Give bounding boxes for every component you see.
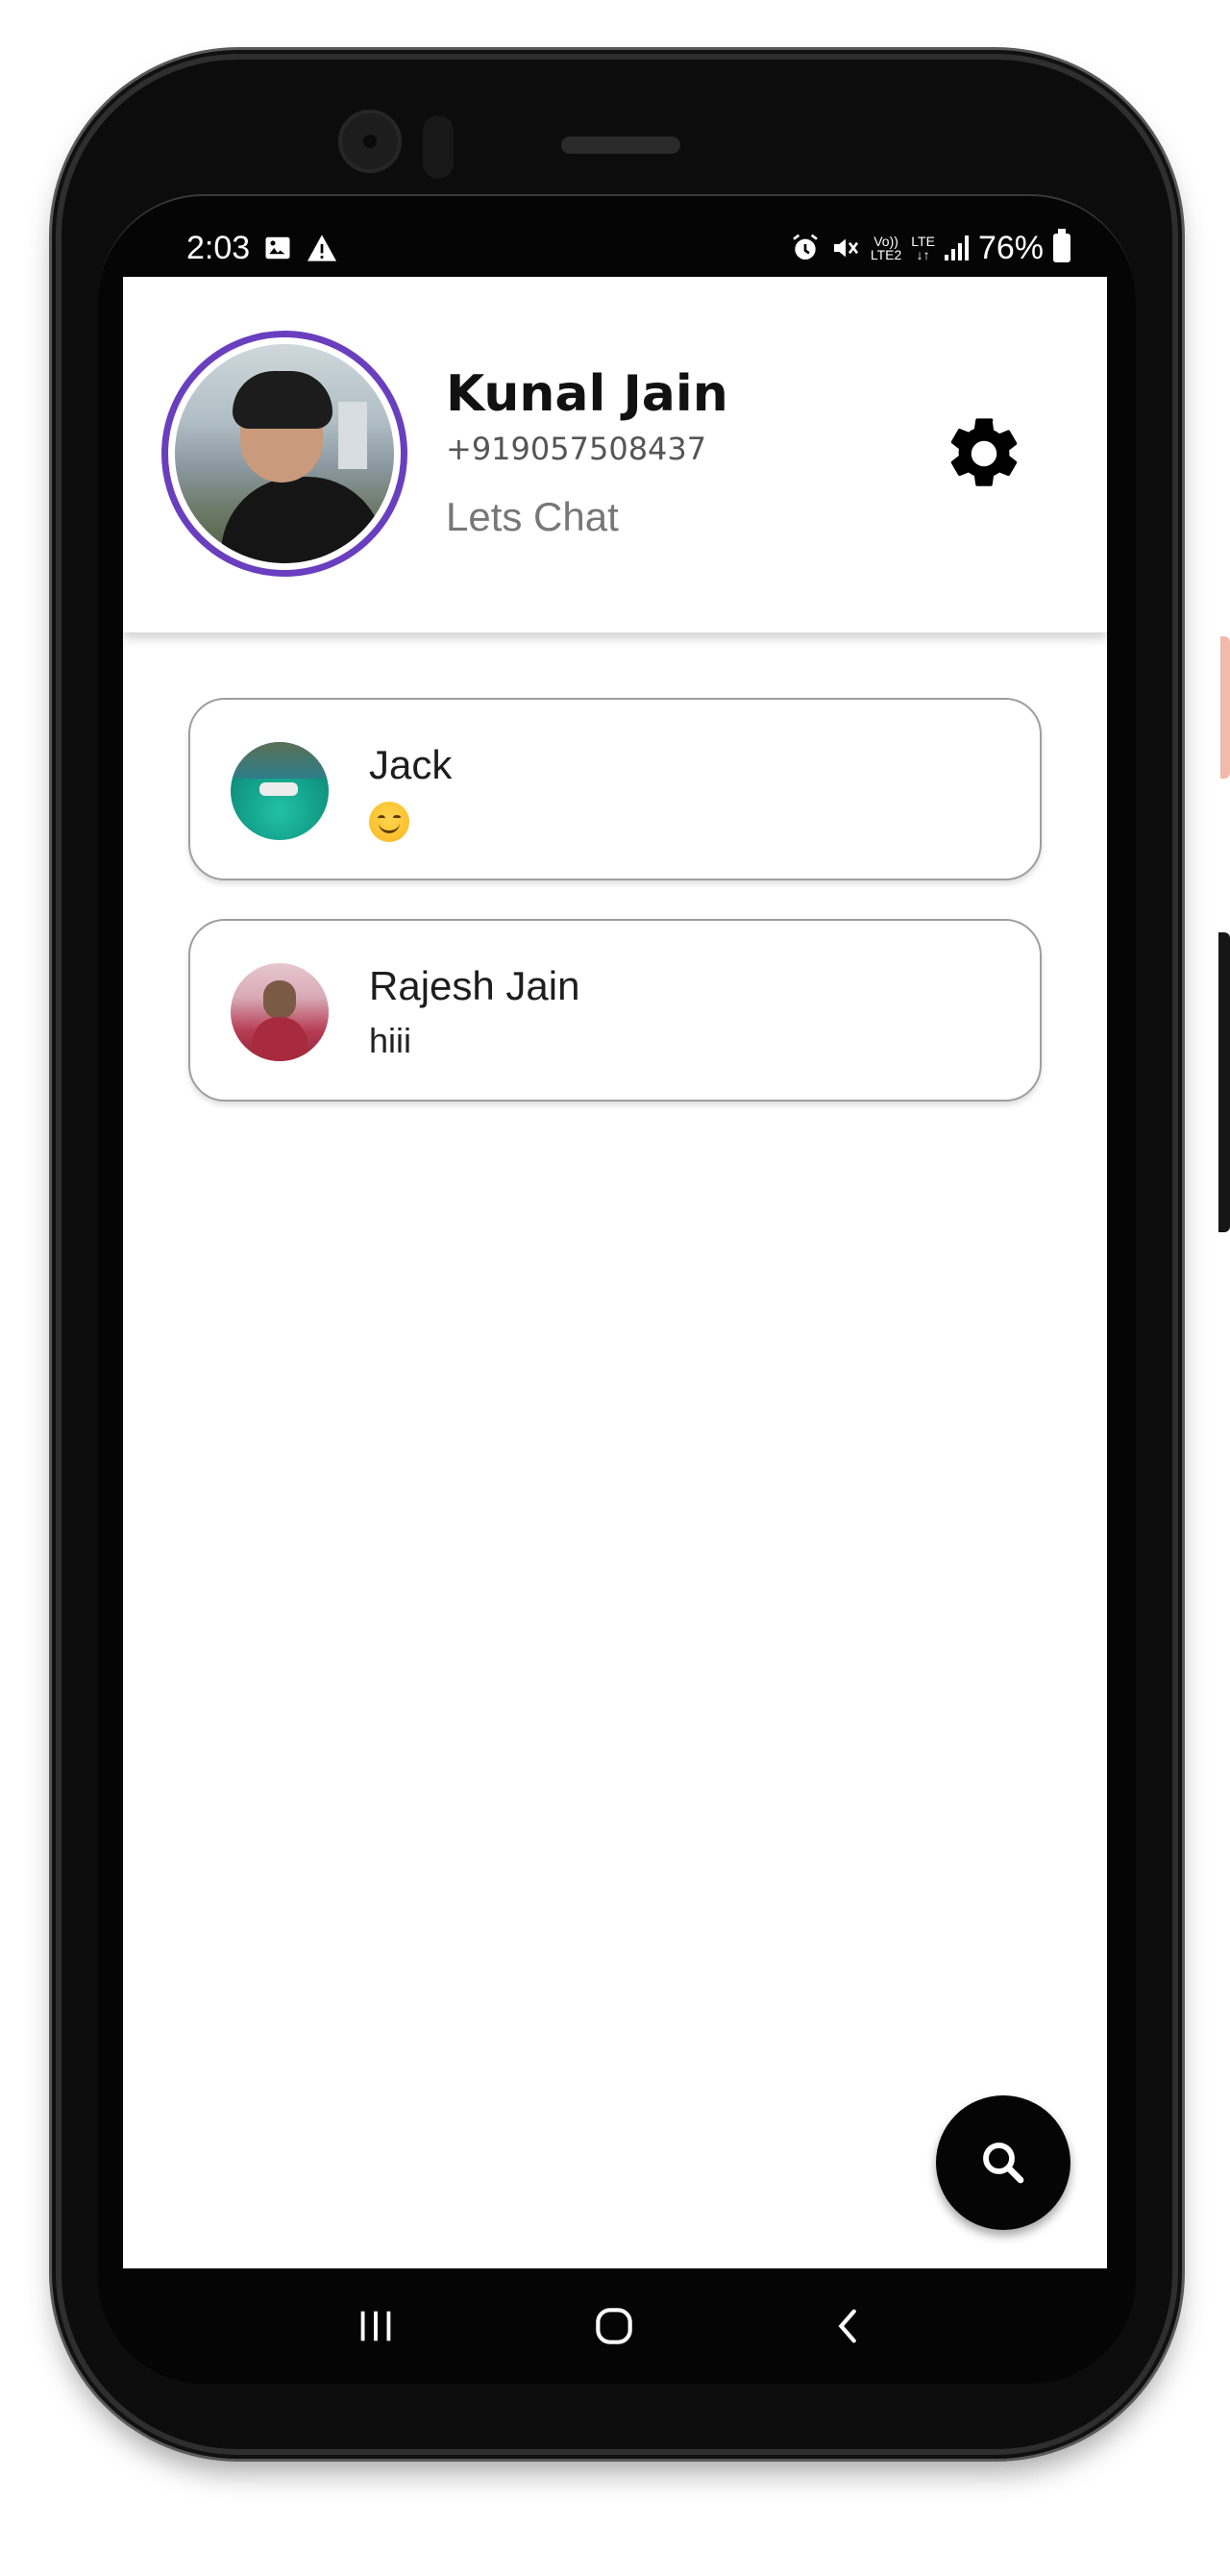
gallery-icon — [265, 236, 290, 260]
profile-phone: +919057508437 — [446, 431, 707, 467]
status-time: 2:03 — [186, 229, 251, 266]
signal-icon — [944, 235, 969, 260]
back-icon — [838, 2309, 856, 2343]
proximity-sensor — [423, 115, 454, 179]
home-button[interactable] — [571, 2288, 657, 2365]
back-button[interactable] — [805, 2288, 892, 2365]
earpiece-speaker — [561, 136, 680, 154]
status-bar: 2:03 Vo)) LTE2 LTE ↓↑ 76% — [123, 217, 1107, 279]
chat-last-message — [369, 800, 409, 843]
recents-icon — [360, 2311, 391, 2341]
alarm-icon — [793, 234, 818, 260]
battery-icon — [1053, 229, 1070, 262]
battery-percent: 76% — [977, 229, 1044, 266]
chat-item-jack[interactable]: Jack — [188, 698, 1042, 880]
volte-indicator: Vo)) LTE2 — [871, 235, 901, 261]
profile-status: Lets Chat — [446, 494, 619, 539]
profile-photo — [175, 344, 394, 563]
front-camera — [338, 110, 402, 173]
profile-header: Kunal Jain +919057508437 Lets Chat — [123, 277, 1107, 632]
chat-list: Jack Rajesh Jain hiii — [188, 698, 1042, 1140]
navigation-bar — [123, 2268, 1107, 2384]
profile-avatar[interactable] — [161, 331, 407, 577]
warning-icon — [308, 235, 337, 261]
side-button-power — [1218, 932, 1230, 1232]
side-button-top — [1220, 636, 1230, 779]
chat-avatar-jack — [231, 742, 329, 840]
app-screen: Kunal Jain +919057508437 Lets Chat Jack … — [123, 277, 1107, 2268]
chat-name: Rajesh Jain — [369, 963, 580, 1008]
mute-icon — [833, 238, 858, 258]
lte-bottom-label: ↓↑ — [916, 247, 930, 262]
profile-name: Kunal Jain — [446, 365, 728, 423]
chat-last-message: hiii — [369, 1021, 412, 1060]
device-frame: 2:03 Vo)) LTE2 LTE ↓↑ 76% Kunal Jain +91… — [0, 0, 1230, 2576]
recents-button[interactable] — [332, 2288, 419, 2365]
search-fab-button[interactable] — [936, 2095, 1070, 2230]
volte-bottom-label: LTE2 — [870, 247, 902, 262]
chat-avatar-rajesh-jain — [231, 963, 329, 1061]
home-icon — [596, 2308, 632, 2344]
chat-item-rajesh-jain[interactable]: Rajesh Jain hiii — [188, 919, 1042, 1102]
smiling-face-emoji-icon — [369, 802, 409, 843]
lte-indicator: LTE ↓↑ — [911, 235, 935, 261]
settings-gear-icon[interactable] — [942, 411, 1026, 496]
search-icon — [983, 2143, 1024, 2184]
chat-name: Jack — [369, 742, 453, 787]
